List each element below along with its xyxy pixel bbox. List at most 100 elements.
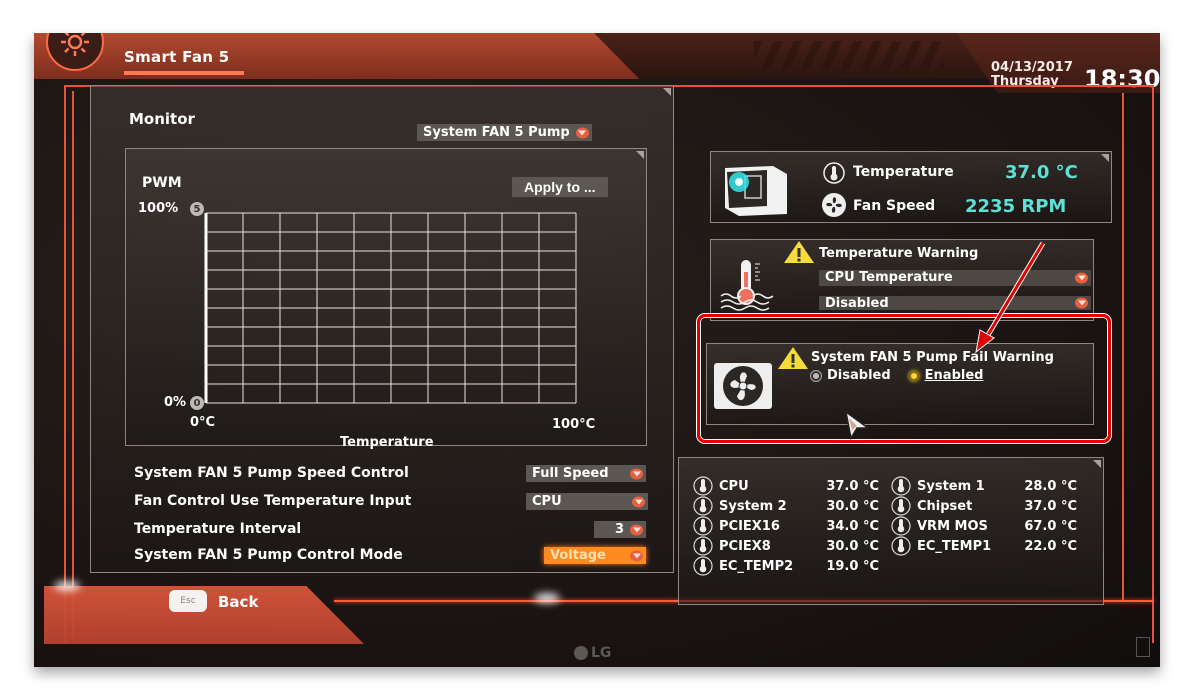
chevron-down-icon xyxy=(632,496,645,507)
sensor-value: 22.0 °C xyxy=(1024,538,1077,554)
mouse-cursor-icon xyxy=(844,410,871,440)
header-stripes xyxy=(754,41,944,69)
setting-label: Temperature Interval xyxy=(134,521,302,537)
setting-value: Full Speed xyxy=(532,466,609,481)
thermometer-icon xyxy=(891,536,911,556)
sensor-name: EC_TEMP1 xyxy=(917,538,992,554)
setting-dropdown[interactable]: 3 xyxy=(594,521,646,538)
setting-value: Voltage xyxy=(550,548,606,563)
warning-state-value: Disabled xyxy=(825,296,889,310)
lg-logo-icon xyxy=(574,646,588,660)
sensor-row: EC_TEMP2 19.0 °C xyxy=(693,556,879,576)
setting-dropdown[interactable]: Full Speed xyxy=(526,465,646,482)
sensor-row: PCIEX16 34.0 °C xyxy=(693,516,879,536)
sensor-name: PCIEX16 xyxy=(719,518,780,534)
chevron-down-icon xyxy=(630,524,643,535)
fan-select-value: System FAN 5 Pump xyxy=(423,125,570,140)
apply-to-button[interactable]: Apply to ... xyxy=(512,177,608,197)
sensor-name: EC_TEMP2 xyxy=(719,558,794,574)
thermometer-heat-icon xyxy=(720,260,774,311)
temperature-warning-panel: Temperature Warning CPU Temperature Disa… xyxy=(710,239,1094,321)
curve-point-top[interactable]: 5 xyxy=(190,202,204,216)
thermometer-icon xyxy=(693,556,713,576)
chevron-down-icon xyxy=(575,127,589,138)
warning-source-dropdown[interactable]: CPU Temperature xyxy=(819,270,1091,286)
sensor-name: Chipset xyxy=(917,498,973,514)
annotation-highlight-box xyxy=(697,314,1111,443)
setting-label: System FAN 5 Pump Speed Control xyxy=(134,465,409,481)
thermometer-icon xyxy=(693,476,713,496)
setting-label: System FAN 5 Pump Control Mode xyxy=(134,547,403,563)
panel-corner xyxy=(636,151,644,159)
back-button[interactable]: Back xyxy=(218,593,258,611)
sensor-name: CPU xyxy=(719,478,749,494)
y-axis-label: PWM xyxy=(142,175,182,191)
thermometer-icon xyxy=(891,496,911,516)
fan-speed-value: 2235 RPM xyxy=(965,196,1067,217)
thermometer-icon xyxy=(693,496,713,516)
sensor-row: PCIEX8 30.0 °C xyxy=(693,536,879,556)
thermometer-icon xyxy=(693,516,713,536)
y-min-label: 0% xyxy=(164,395,187,410)
sensor-name: VRM MOS xyxy=(917,518,988,534)
sensor-row: System 2 30.0 °C xyxy=(693,496,879,516)
warning-icon xyxy=(784,241,814,263)
fan-select-dropdown[interactable]: System FAN 5 Pump xyxy=(417,124,592,141)
sensor-row: Chipset 37.0 °C xyxy=(891,496,1077,516)
monitor-power-button[interactable] xyxy=(1136,637,1150,657)
panel-corner xyxy=(1093,460,1101,468)
y-max-label: 100% xyxy=(138,201,179,216)
sensor-row: System 1 28.0 °C xyxy=(891,476,1077,496)
fan-status-panel: Temperature 37.0 °C Fan Speed 2235 RPM xyxy=(710,151,1112,223)
pc-case-icon xyxy=(725,166,787,216)
panel-corner xyxy=(1101,154,1109,162)
sensor-value: 37.0 °C xyxy=(826,478,879,494)
sensor-row: CPU 37.0 °C xyxy=(693,476,879,496)
chevron-down-icon xyxy=(1075,272,1088,284)
panel-corner xyxy=(663,88,671,96)
sensor-name: System 2 xyxy=(719,498,787,514)
thermometer-icon xyxy=(891,516,911,536)
sensor-readings-panel: CPU 37.0 °C System 2 30.0 °C PCIEX16 34.0 °C P… xyxy=(678,457,1104,605)
glow-decor xyxy=(54,581,80,591)
sensor-value: 30.0 °C xyxy=(826,538,879,554)
chevron-down-icon xyxy=(1075,297,1088,309)
sensor-value: 34.0 °C xyxy=(826,518,879,534)
sensor-value: 19.0 °C xyxy=(826,558,879,574)
warning-source-value: CPU Temperature xyxy=(825,270,953,285)
sensor-value: 37.0 °C xyxy=(1024,498,1077,514)
setting-label: Fan Control Use Temperature Input xyxy=(134,493,412,509)
sensor-value: 67.0 °C xyxy=(1024,518,1077,534)
setting-dropdown[interactable]: Voltage xyxy=(544,547,646,564)
title-underline xyxy=(124,71,244,75)
frame-border-inner xyxy=(72,91,78,641)
thermometer-icon xyxy=(693,536,713,556)
lg-brand: LG xyxy=(591,645,612,661)
sensor-row: VRM MOS 67.0 °C xyxy=(891,516,1077,536)
frame-right-edge xyxy=(1122,93,1124,601)
chevron-down-icon xyxy=(630,468,643,479)
curve-point-bottom[interactable]: 0 xyxy=(190,396,204,410)
glow-decor xyxy=(534,593,560,603)
page-title: Smart Fan 5 xyxy=(124,48,230,66)
temperature-value: 37.0 °C xyxy=(1005,162,1078,183)
temperature-label: Temperature xyxy=(853,164,954,180)
sensor-name: System 1 xyxy=(917,478,985,494)
x-axis-label: Temperature xyxy=(340,435,434,450)
monitor-label: Monitor xyxy=(129,110,195,128)
sensor-name: PCIEX8 xyxy=(719,538,771,554)
setting-value: 3 xyxy=(614,522,624,537)
thermometer-icon xyxy=(823,162,845,184)
setting-value: CPU xyxy=(532,494,562,509)
temperature-warning-title: Temperature Warning xyxy=(819,246,979,261)
fan-speed-label: Fan Speed xyxy=(853,198,936,214)
esc-key-icon[interactable]: Esc xyxy=(169,590,207,612)
chevron-down-icon xyxy=(630,550,643,561)
sensor-row: EC_TEMP1 22.0 °C xyxy=(891,536,1077,556)
warning-state-dropdown[interactable]: Disabled xyxy=(819,296,1091,310)
setting-dropdown[interactable]: CPU xyxy=(526,493,648,510)
thermometer-icon xyxy=(891,476,911,496)
x-max-label: 100°C xyxy=(552,417,596,432)
fan-icon xyxy=(822,193,846,217)
fan-curve-grid[interactable] xyxy=(196,209,586,409)
